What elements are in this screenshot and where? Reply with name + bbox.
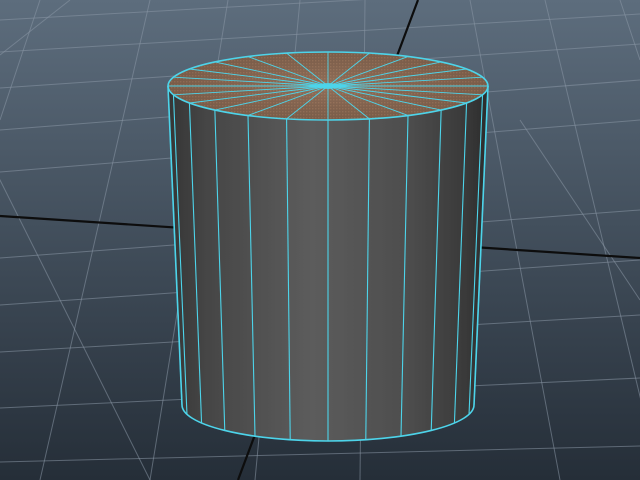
polygon-cylinder[interactable] bbox=[167, 51, 489, 442]
3d-viewport[interactable] bbox=[0, 0, 640, 480]
cylinder-cap-center bbox=[318, 83, 338, 89]
viewport-canvas[interactable] bbox=[0, 0, 640, 480]
